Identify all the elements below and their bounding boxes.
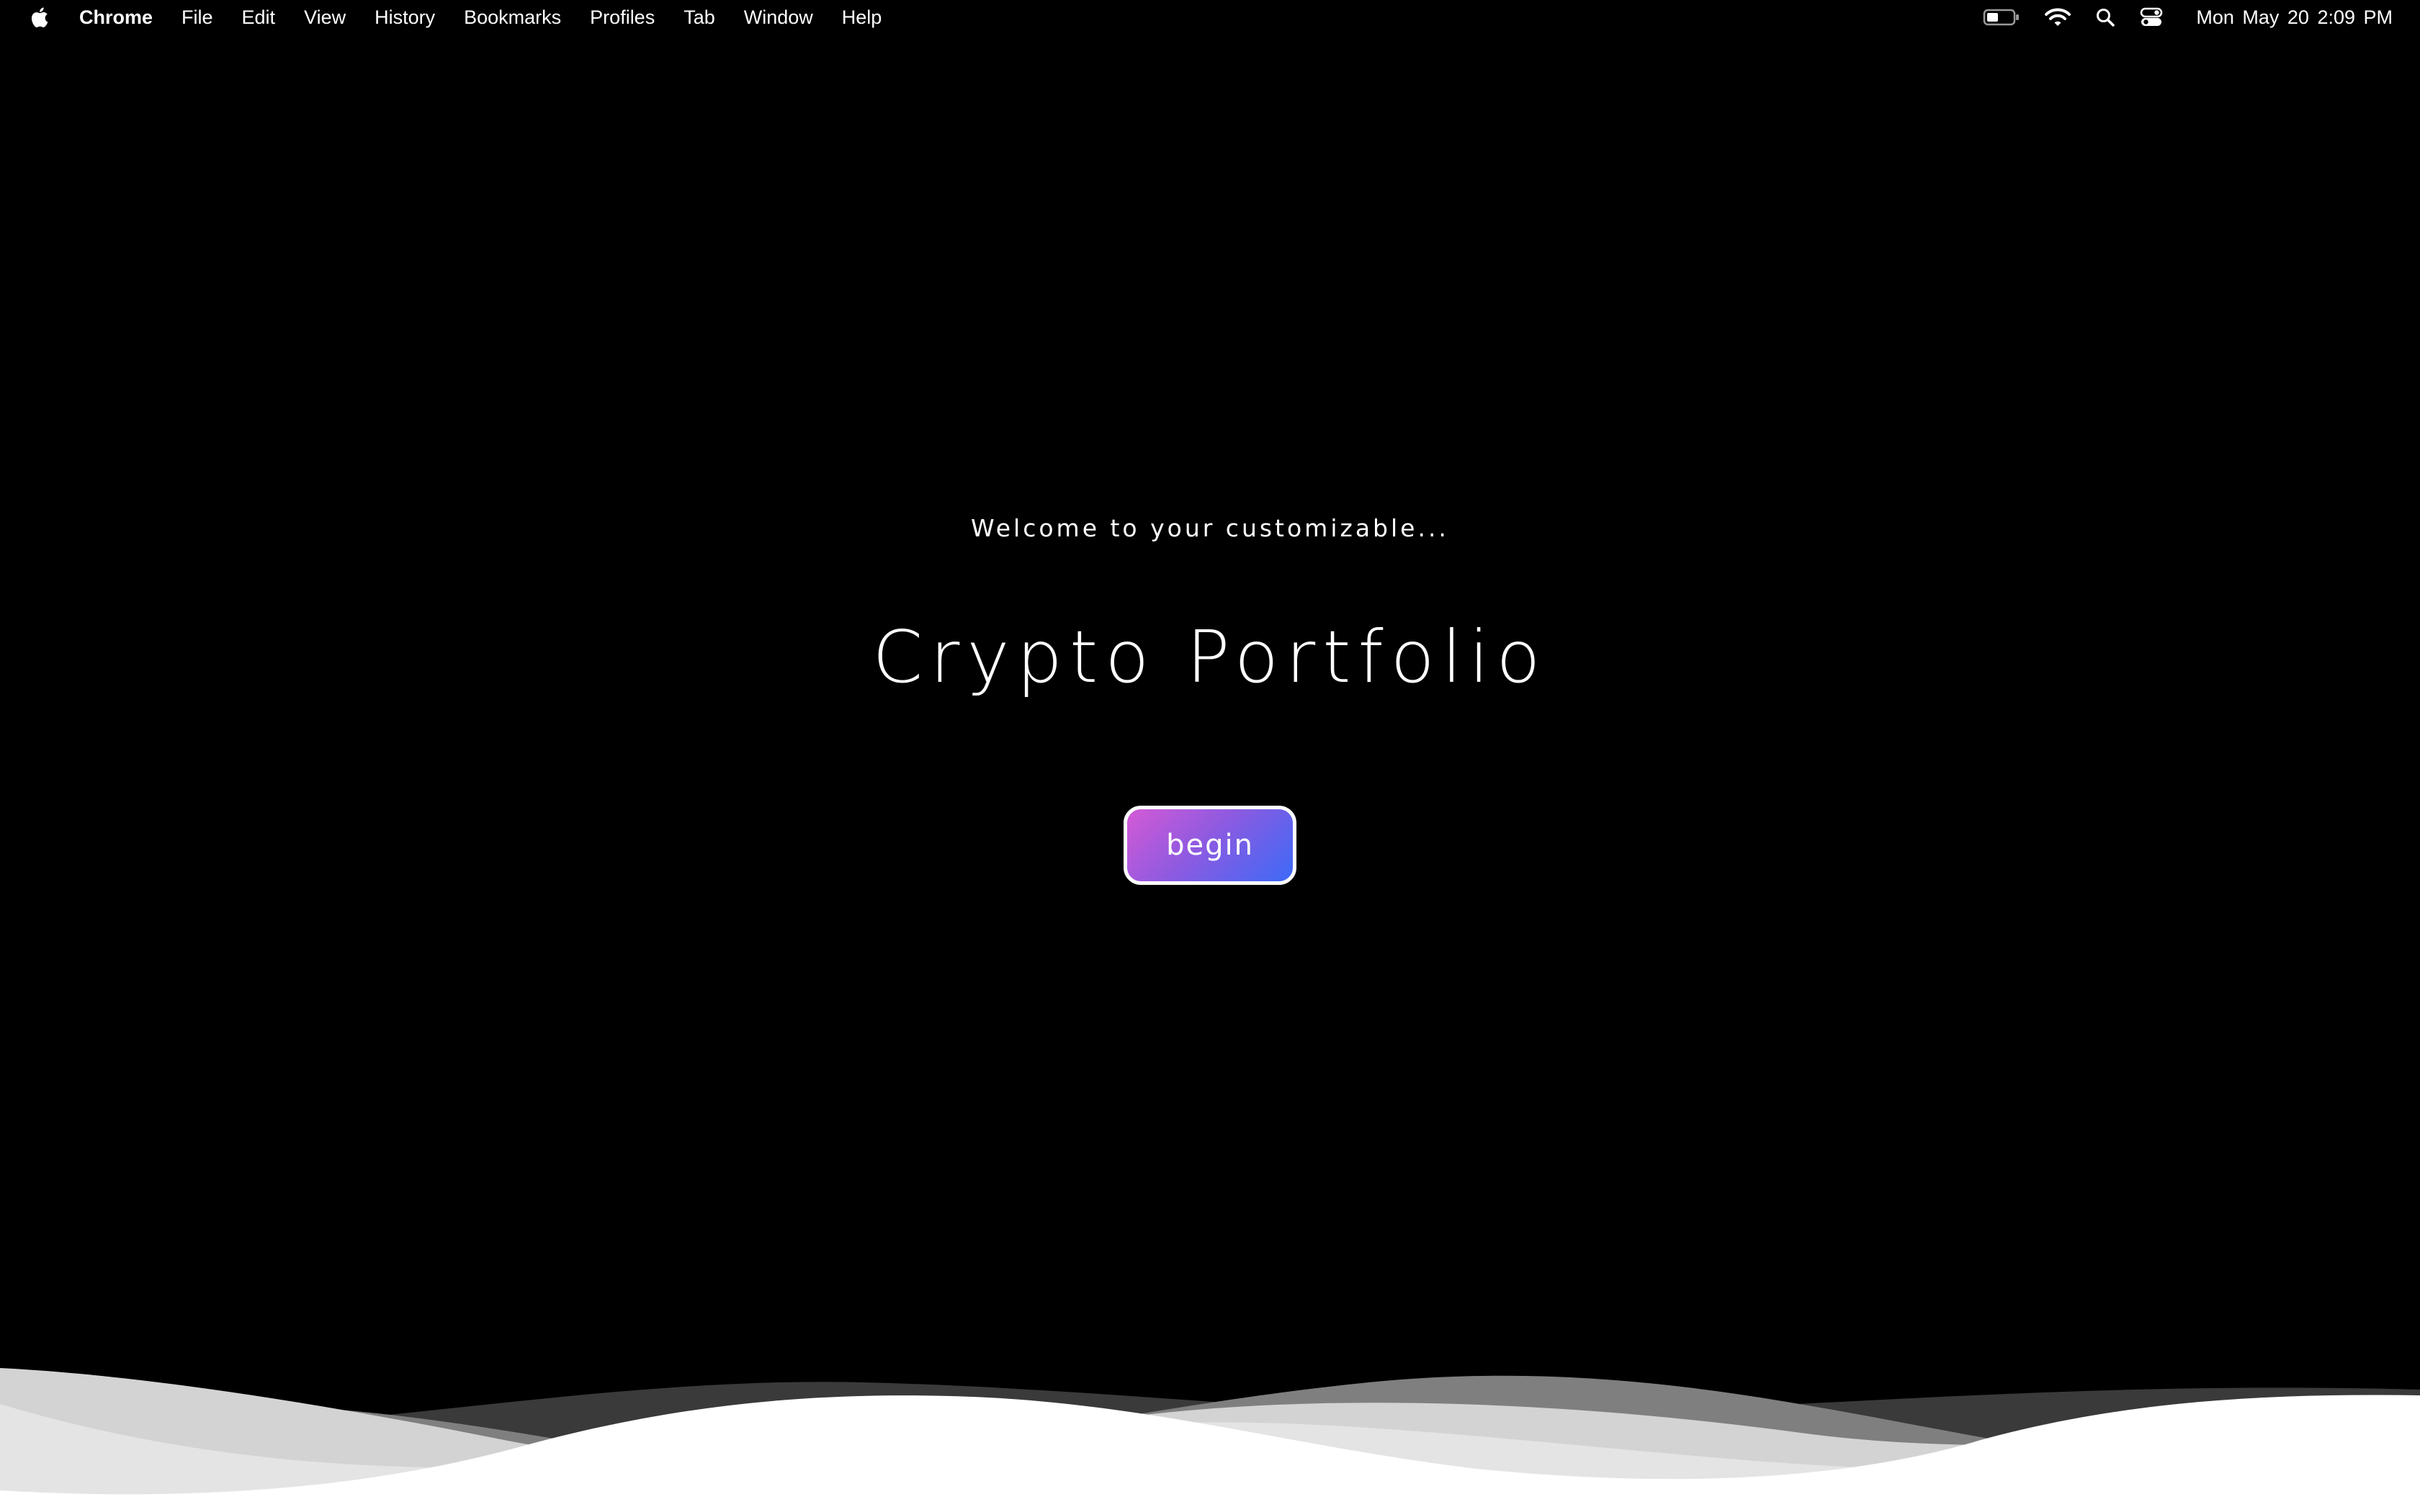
menu-window[interactable]: Window (730, 0, 828, 35)
menu-bar-clock[interactable]: Mon May 20 2:09 PM (2196, 6, 2393, 29)
menu-edit[interactable]: Edit (228, 0, 290, 35)
menu-help[interactable]: Help (828, 0, 897, 35)
begin-button[interactable]: begin (1124, 806, 1296, 885)
menu-view[interactable]: View (290, 0, 360, 35)
spotlight-search-icon[interactable] (2095, 0, 2115, 35)
decorative-waves (0, 1368, 2420, 1512)
apple-menu-icon[interactable] (27, 6, 50, 29)
menu-file[interactable]: File (167, 0, 228, 35)
page-title: Crypto Portfolio (872, 615, 1548, 699)
menu-profiles[interactable]: Profiles (575, 0, 669, 35)
menu-bar-left: Chrome File Edit View History Bookmarks … (0, 0, 896, 35)
welcome-subtitle: Welcome to your customizable... (971, 514, 1449, 542)
control-center-icon[interactable] (2140, 0, 2163, 35)
menu-bar-status: Mon May 20 2:09 PM (1958, 0, 2420, 35)
wifi-icon[interactable] (2045, 0, 2071, 35)
menu-bookmarks[interactable]: Bookmarks (449, 0, 575, 35)
menu-history[interactable]: History (360, 0, 449, 35)
menu-tab[interactable]: Tab (669, 0, 730, 35)
battery-icon[interactable] (1983, 0, 2020, 35)
hero-section: Welcome to your customizable... Crypto P… (0, 35, 2420, 1331)
menu-app-name[interactable]: Chrome (75, 0, 167, 35)
menu-bar: Chrome File Edit View History Bookmarks … (0, 0, 2420, 35)
